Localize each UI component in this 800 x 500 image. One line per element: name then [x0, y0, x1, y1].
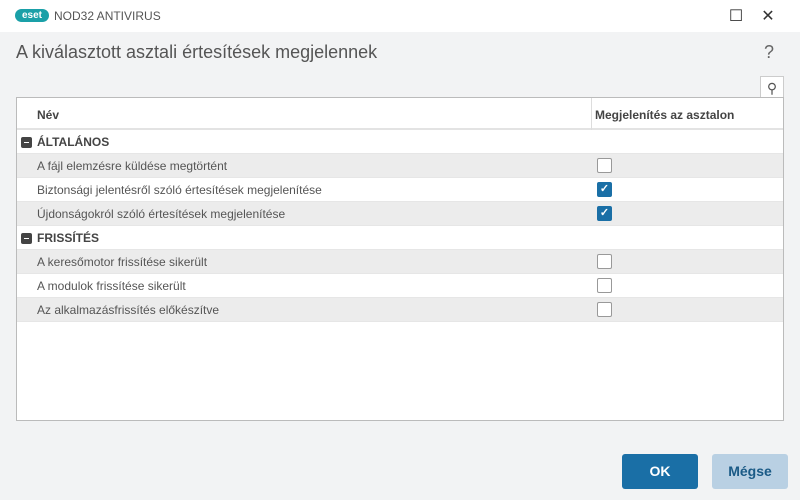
collapse-icon[interactable] — [21, 137, 32, 148]
page-title: A kiválasztott asztali értesítések megje… — [16, 42, 378, 62]
table-header: Név Megjelenítés az asztalon — [17, 98, 783, 130]
show-checkbox[interactable] — [597, 278, 612, 293]
table-row: A fájl elemzésre küldése megtörtént — [17, 154, 783, 178]
row-label: Az alkalmazásfrissítés előkészítve — [37, 303, 220, 317]
column-show-desktop[interactable]: Megjelenítés az asztalon — [595, 108, 734, 122]
group-row[interactable]: FRISSÍTÉS — [17, 226, 783, 250]
ok-button[interactable]: OK — [622, 454, 698, 489]
table-row: A modulok frissítése sikerült — [17, 274, 783, 298]
row-label: A fájl elemzésre küldése megtörtént — [37, 159, 228, 173]
title-bar: eset NOD32 ANTIVIRUS ☐ ✕ — [0, 0, 800, 32]
column-name[interactable]: Név — [37, 108, 59, 122]
row-label: Biztonsági jelentésről szóló értesítések… — [37, 183, 322, 197]
table-row: Újdonságokról szóló értesítések megjelen… — [17, 202, 783, 226]
show-checkbox[interactable]: ✓ — [597, 206, 612, 221]
table-row: A keresőmotor frissítése sikerült — [17, 250, 783, 274]
eset-logo: eset — [15, 9, 49, 22]
row-label: A modulok frissítése sikerült — [37, 279, 186, 293]
table-row: Biztonsági jelentésről szóló értesítések… — [17, 178, 783, 202]
minimize-icon[interactable]: ☐ — [726, 6, 746, 26]
group-label: FRISSÍTÉS — [37, 231, 100, 245]
group-row[interactable]: ÁLTALÁNOS — [17, 130, 783, 154]
show-checkbox[interactable]: ✓ — [597, 182, 612, 197]
show-checkbox[interactable] — [597, 158, 612, 173]
close-icon[interactable]: ✕ — [758, 6, 778, 26]
show-checkbox[interactable] — [597, 254, 612, 269]
table-row: Az alkalmazásfrissítés előkészítve — [17, 298, 783, 322]
show-checkbox[interactable] — [597, 302, 612, 317]
cancel-button[interactable]: Mégse — [712, 454, 788, 489]
app-title: NOD32 ANTIVIRUS — [54, 9, 161, 23]
notifications-table: Név Megjelenítés az asztalon ÁLTALÁNOS A … — [16, 97, 784, 421]
help-icon[interactable]: ? — [764, 42, 774, 63]
group-label: ÁLTALÁNOS — [37, 135, 110, 149]
collapse-icon[interactable] — [21, 233, 32, 244]
row-label: Újdonságokról szóló értesítések megjelen… — [37, 207, 286, 221]
row-label: A keresőmotor frissítése sikerült — [37, 255, 208, 269]
